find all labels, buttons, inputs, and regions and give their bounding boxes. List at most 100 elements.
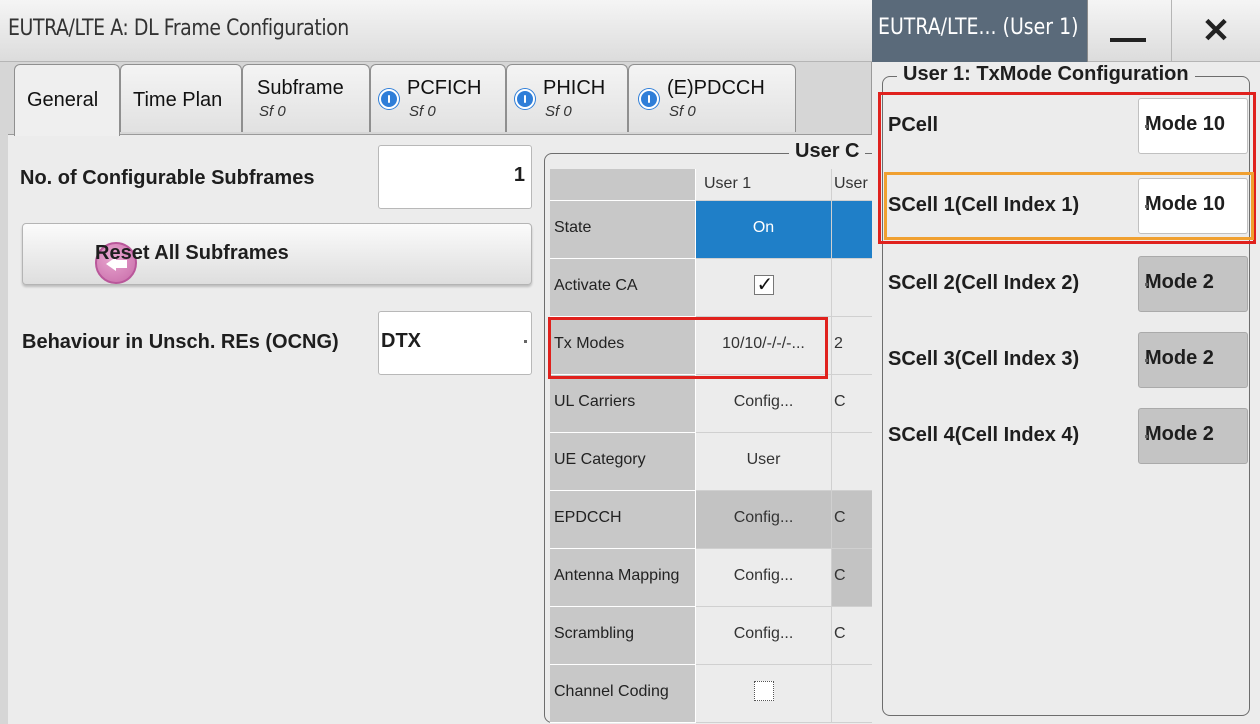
row-label: EPDCCH — [550, 491, 696, 549]
pcell-label: PCell — [888, 114, 939, 136]
tab-sublabel: Sf 0 — [409, 103, 436, 120]
table-row-ul-carriers: UL Carriers Config... C — [550, 375, 872, 433]
channel-coding-user1-cell — [696, 665, 832, 723]
table-row-epdcch: EPDCCH Config... C — [550, 491, 872, 549]
antenna-mapping-user2-cell[interactable]: C — [832, 549, 872, 607]
table-row-ue-category: UE Category User — [550, 433, 872, 491]
scrambling-user2-cell[interactable]: C — [832, 607, 872, 665]
dropdown-arrow-icon — [524, 340, 527, 343]
scell1-mode-value: Mode 10 — [1145, 193, 1226, 215]
activate-ca-checkbox[interactable] — [753, 272, 774, 297]
antenna-mapping-user1-cell[interactable]: Config... — [696, 549, 832, 607]
column-header-user1: User 1 — [696, 169, 832, 201]
row-label: UL Carriers — [550, 375, 696, 433]
epdcch-user2-cell[interactable]: C — [832, 491, 872, 549]
tab-bar: General Time Plan Subframe Sf 0 PCFICH S… — [14, 64, 869, 136]
scell2-label: SCell 2(Cell Index 2) — [888, 272, 1080, 294]
tab-label: PHICH — [543, 77, 606, 99]
row-label: UE Category — [550, 433, 696, 491]
tab-sublabel: Sf 0 — [545, 103, 572, 120]
reset-all-subframes-button[interactable]: Reset All Subframes — [22, 223, 532, 285]
activate-ca-user1-cell — [696, 259, 832, 317]
table-header-row: User 1 User — [550, 169, 872, 201]
subframes-label: No. of Configurable Subframes — [20, 167, 315, 189]
table-row-state: State On — [550, 201, 872, 259]
subframes-input[interactable]: 1 — [378, 145, 532, 209]
epdcch-user1-cell[interactable]: Config... — [696, 491, 832, 549]
table-row-antenna-mapping: Antenna Mapping Config... C — [550, 549, 872, 607]
ocng-label: Behaviour in Unsch. REs (OCNG) — [22, 331, 339, 353]
state-user2-cell[interactable] — [832, 201, 872, 259]
minimize-button[interactable] — [1088, 0, 1172, 62]
tab-label: PCFICH — [407, 77, 482, 99]
table-row-tx-modes: Tx Modes 10/10/-/-/-... 2 — [550, 317, 872, 375]
side-window-tab[interactable]: EUTRA/LTE... (User 1) — [872, 0, 1088, 62]
tab-time-plan[interactable]: Time Plan — [120, 64, 242, 132]
tab-epdcch[interactable]: (E)PDCCH Sf 0 — [628, 64, 796, 132]
tab-phich[interactable]: PHICH Sf 0 — [506, 64, 628, 132]
tab-subframe[interactable]: Subframe Sf 0 — [242, 64, 370, 132]
ul-carriers-user2-cell[interactable]: C — [832, 375, 872, 433]
scell3-mode-select[interactable]: Mode 2 — [1138, 332, 1248, 388]
tx-modes-user1-cell[interactable]: 10/10/-/-/-... — [696, 317, 832, 375]
state-user1-cell[interactable]: On — [696, 201, 832, 259]
window-title: EUTRA/LTE A: DL Frame Configuration — [8, 16, 349, 41]
row-label: Antenna Mapping — [550, 549, 696, 607]
tab-sublabel: Sf 0 — [259, 103, 286, 120]
info-icon — [515, 89, 535, 109]
txmode-config-title: User 1: TxMode Configuration — [897, 63, 1195, 86]
dropdown-arrow-icon — [1145, 125, 1148, 128]
txmode-config-window: EUTRA/LTE... (User 1) ✕ User 1: TxMode C… — [872, 0, 1260, 724]
reset-button-label: Reset All Subframes — [95, 242, 289, 264]
side-title-bar: EUTRA/LTE... (User 1) ✕ — [872, 0, 1260, 62]
info-icon — [379, 89, 399, 109]
row-label: State — [550, 201, 696, 259]
scell1-mode-select[interactable]: Mode 10 — [1138, 178, 1248, 234]
table-corner — [550, 169, 696, 201]
dropdown-arrow-icon — [1145, 359, 1148, 362]
scell4-mode-value: Mode 2 — [1145, 423, 1214, 445]
pcell-mode-select[interactable]: Mode 10 — [1138, 98, 1248, 154]
scell1-label: SCell 1(Cell Index 1) — [888, 194, 1080, 216]
row-label: Channel Coding — [550, 665, 696, 723]
dropdown-arrow-icon — [1145, 205, 1148, 208]
scell3-label: SCell 3(Cell Index 3) — [888, 348, 1080, 370]
activate-ca-user2-cell[interactable] — [832, 259, 872, 317]
scell3-mode-value: Mode 2 — [1145, 347, 1214, 369]
pcell-row: PCell Mode 10 — [880, 92, 1254, 158]
close-icon: ✕ — [1201, 12, 1231, 50]
tab-label: (E)PDCCH — [667, 77, 765, 99]
txmode-config-body: User 1: TxMode Configuration PCell Mode … — [872, 62, 1260, 724]
info-icon — [639, 89, 659, 109]
ue-category-user1-cell[interactable]: User — [696, 433, 832, 491]
table-row-scrambling: Scrambling Config... C — [550, 607, 872, 665]
close-button[interactable]: ✕ — [1172, 0, 1260, 62]
scell4-mode-select[interactable]: Mode 2 — [1138, 408, 1248, 464]
pcell-mode-value: Mode 10 — [1145, 113, 1226, 135]
scrambling-user1-cell[interactable]: Config... — [696, 607, 832, 665]
ul-carriers-user1-cell[interactable]: Config... — [696, 375, 832, 433]
row-label: Tx Modes — [550, 317, 696, 375]
ue-category-user2-cell[interactable] — [832, 433, 872, 491]
scell4-label: SCell 4(Cell Index 4) — [888, 424, 1080, 446]
ocng-value: DTX — [381, 330, 421, 352]
scell1-row: SCell 1(Cell Index 1) Mode 10 — [880, 172, 1254, 238]
tab-label: General — [27, 89, 99, 111]
scell3-row: SCell 3(Cell Index 3) Mode 2 — [880, 326, 1254, 392]
scell2-mode-select[interactable]: Mode 2 — [1138, 256, 1248, 312]
tab-label: Time Plan — [133, 89, 223, 111]
tab-label: Subframe — [257, 77, 344, 99]
side-window-title: EUTRA/LTE... (User 1) — [878, 15, 1079, 40]
table-row-activate-ca: Activate CA — [550, 259, 872, 317]
channel-coding-checkbox[interactable] — [753, 681, 774, 701]
tx-modes-user2-cell[interactable]: 2 — [832, 317, 872, 375]
column-header-user2: User — [832, 169, 872, 201]
table-row-channel-coding: Channel Coding — [550, 665, 872, 723]
user-config-title: User C — [789, 140, 866, 163]
channel-coding-user2-cell[interactable] — [832, 665, 872, 723]
ocng-select[interactable]: DTX — [378, 311, 532, 375]
tab-general[interactable]: General — [14, 64, 120, 136]
row-label: Scrambling — [550, 607, 696, 665]
general-tab-content: No. of Configurable Subframes 1 Reset Al… — [8, 134, 884, 724]
tab-pcfich[interactable]: PCFICH Sf 0 — [370, 64, 506, 132]
